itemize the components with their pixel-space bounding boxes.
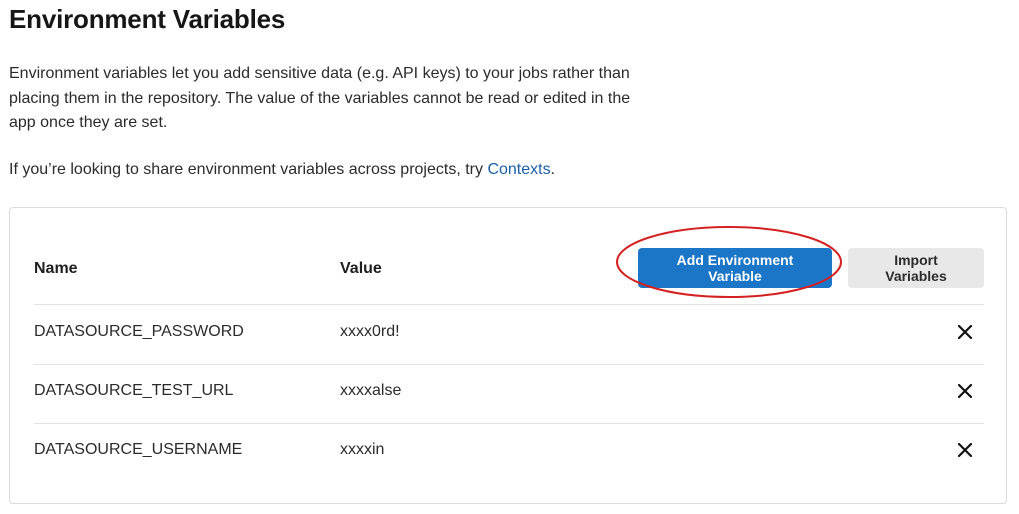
close-icon[interactable] [956,441,974,459]
intro-text: Environment variables let you add sensit… [9,65,631,131]
table-row: DATASOURCE_TEST_URL xxxxalse [34,364,984,424]
variable-value: xxxxin [340,441,385,458]
variable-value: xxxx0rd! [340,323,400,340]
contexts-hint-suffix: . [550,161,556,178]
variable-name: DATASOURCE_USERNAME [34,441,243,458]
add-environment-variable-button[interactable]: Add Environment Variable [638,248,832,288]
contexts-link[interactable]: Contexts [487,161,550,178]
table-row: DATASOURCE_USERNAME xxxxin [34,423,984,482]
variable-name: DATASOURCE_TEST_URL [34,382,234,399]
import-variables-button[interactable]: Import Variables [848,248,984,288]
page-title: Environment Variables [9,4,286,34]
variable-value: xxxxalse [340,382,402,399]
table-row: DATASOURCE_PASSWORD xxxx0rd! [34,305,984,365]
contexts-hint: If you’re looking to share environment v… [9,158,555,182]
env-vars-panel: Name Value Add Environment Variable Impo… [9,207,1007,504]
close-icon[interactable] [956,323,974,341]
variable-name: DATASOURCE_PASSWORD [34,323,244,340]
close-icon[interactable] [956,382,974,400]
column-header-name: Name [34,260,78,277]
column-header-value: Value [340,260,382,277]
contexts-hint-prefix: If you’re looking to share environment v… [9,161,488,178]
table-header: Name Value Add Environment Variable Impo… [34,248,984,305]
